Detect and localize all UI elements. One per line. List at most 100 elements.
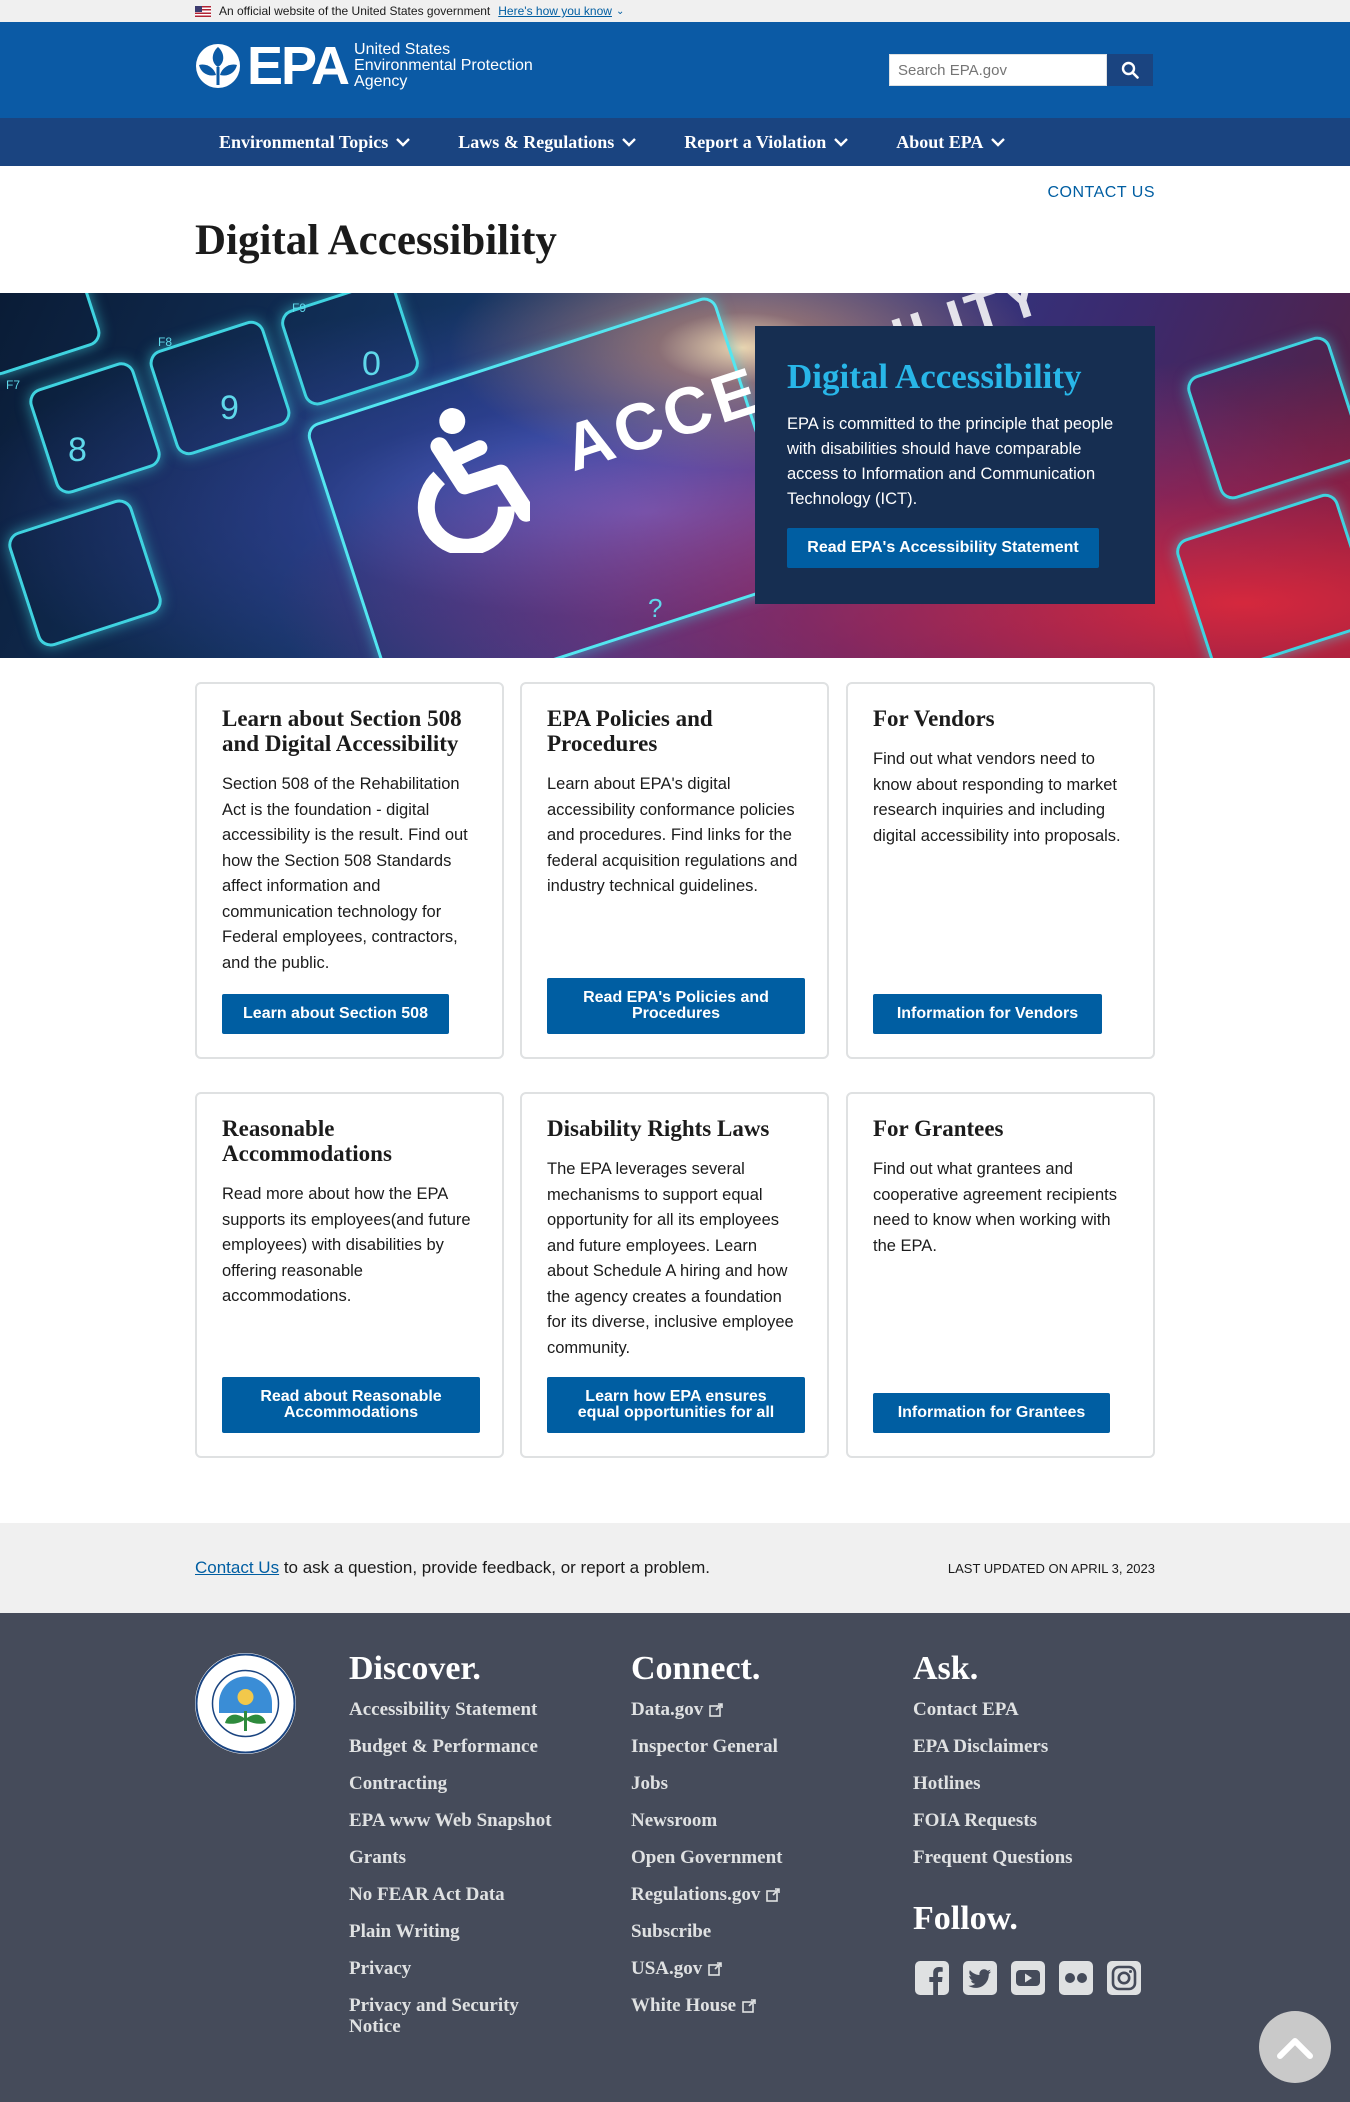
card-title: Learn about Section 508 and Digital Acce…	[222, 706, 462, 756]
footer-link[interactable]: Contact EPA	[913, 1699, 1073, 1720]
wheelchair-accessibility-icon	[417, 408, 530, 553]
footer-link[interactable]: FOIA Requests	[913, 1810, 1073, 1831]
hero-key-label: 9	[220, 389, 239, 427]
contact-message: Contact Us to ask a question, provide fe…	[195, 1558, 710, 1578]
information-for-vendors-button[interactable]: Information for Vendors	[873, 994, 1102, 1034]
chevron-down-icon	[991, 137, 1006, 147]
footer-link[interactable]: Newsroom	[631, 1810, 782, 1831]
nav-label: About EPA	[896, 131, 984, 152]
chevron-up-icon	[1277, 2038, 1313, 2059]
chevron-down-icon: ⌄	[615, 5, 625, 17]
hero-keycap	[25, 358, 165, 498]
footer-link[interactable]: Accessibility Statement	[349, 1699, 552, 1720]
footer-link[interactable]: Jobs	[631, 1773, 782, 1794]
us-flag-icon	[195, 5, 211, 17]
nav-item-about-epa[interactable]: About EPA	[872, 118, 1029, 166]
card-vendors: For Vendors Find out what vendors need t…	[846, 682, 1155, 1059]
external-link-icon	[709, 1702, 724, 1717]
facebook-icon[interactable]	[913, 1959, 951, 1997]
hero-keycap	[4, 495, 166, 651]
external-link-icon	[742, 1998, 756, 2013]
footer-link[interactable]: Inspector General	[631, 1736, 782, 1757]
equal-opportunities-button[interactable]: Learn how EPA ensures equal opportunitie…	[547, 1377, 805, 1433]
nav-item-environmental-topics[interactable]: Environmental Topics	[195, 118, 434, 166]
footer-link[interactable]: Privacy and Security Notice	[349, 1995, 549, 2037]
hero-card-body: EPA is committed to the principle that p…	[787, 415, 1114, 508]
hero-key-label: ?	[648, 593, 663, 623]
footer-link[interactable]: Contracting	[349, 1773, 552, 1794]
footer-link[interactable]: EPA Disclaimers	[913, 1736, 1073, 1757]
flickr-icon[interactable]	[1057, 1959, 1095, 1997]
nav-item-laws-regulations[interactable]: Laws & Regulations	[434, 118, 660, 166]
contact-us-link[interactable]: CONTACT US	[1000, 184, 1155, 202]
hero-card-title: Digital Accessibility	[787, 357, 1082, 396]
footer-connect: Connect. Data.gov Inspector General Jobs…	[631, 1649, 782, 2032]
hero-keycap	[1172, 490, 1350, 658]
card-body: Find out what grantees and cooperative a…	[873, 1160, 1117, 1255]
footer-link-item[interactable]: White House	[631, 1995, 782, 2016]
footer-link[interactable]: Privacy	[349, 1958, 552, 1979]
footer-ask: Ask. Contact EPA EPA Disclaimers Hotline…	[913, 1649, 1073, 1884]
search-input[interactable]	[889, 54, 1107, 86]
footer-link-item[interactable]: USA.gov	[631, 1958, 782, 1979]
card-reasonable-accommodations: Reasonable Accommodations Read more abou…	[195, 1092, 504, 1458]
hero-card: Digital Accessibility EPA is committed t…	[755, 326, 1155, 604]
footer-link[interactable]: Frequent Questions	[913, 1847, 1073, 1868]
footer-follow-title: Follow.	[913, 1900, 1018, 1937]
hero-key-label: F7	[6, 378, 21, 392]
footer-link[interactable]: Hotlines	[913, 1773, 1073, 1794]
twitter-icon[interactable]	[961, 1959, 999, 1997]
nav-item-report-violation[interactable]: Report a Violation	[660, 118, 872, 166]
footer-link[interactable]: Grants	[349, 1847, 552, 1868]
search-form	[889, 54, 1153, 86]
footer-discover: Discover. Accessibility Statement Budget…	[349, 1649, 552, 2053]
epa-logo[interactable]: EPA United States Environmental Protecti…	[195, 39, 533, 93]
chevron-down-icon	[834, 137, 849, 147]
page-contact-bar: Contact Us to ask a question, provide fe…	[0, 1523, 1350, 1613]
footer-link-item[interactable]: Data.gov	[631, 1699, 782, 1720]
gov-banner-text: An official website of the United States…	[219, 4, 491, 18]
footer-link[interactable]: Budget & Performance	[349, 1736, 552, 1757]
card-section-508: Learn about Section 508 and Digital Acce…	[195, 682, 504, 1059]
read-reasonable-accommodations-button[interactable]: Read about Reasonable Accommodations	[222, 1377, 480, 1433]
social-links	[913, 1959, 1153, 1997]
information-for-grantees-button[interactable]: Information for Grantees	[873, 1393, 1110, 1433]
footer-link[interactable]: No FEAR Act Data	[349, 1884, 552, 1905]
nav-label: Laws & Regulations	[458, 131, 615, 152]
card-body: Read more about how the EPA supports its…	[222, 1185, 471, 1305]
footer-link: Regulations.gov	[631, 1884, 761, 1905]
learn-section-508-button[interactable]: Learn about Section 508	[222, 994, 449, 1034]
hero-keycap	[1183, 333, 1350, 503]
footer-link[interactable]: Open Government	[631, 1847, 782, 1868]
contact-us-footer-link[interactable]: Contact Us	[195, 1558, 279, 1577]
contact-message-text: to ask a question, provide feedback, or …	[279, 1558, 711, 1577]
footer-link: USA.gov	[631, 1958, 703, 1979]
chevron-down-icon	[622, 137, 637, 147]
footer-link[interactable]: Plain Writing	[349, 1921, 552, 1942]
card-title: Reasonable Accommodations	[222, 1116, 392, 1166]
accessibility-statement-button[interactable]: Read EPA's Accessibility Statement	[787, 528, 1099, 568]
hero-banner: F7 F8 F9 9 8 0 ? ACCES ILITY Digital Acc…	[0, 293, 1350, 658]
card-policies-procedures: EPA Policies and Procedures Learn about …	[520, 682, 829, 1059]
footer-link: White House	[631, 1995, 737, 2016]
footer-link: Data.gov	[631, 1699, 704, 1720]
youtube-icon[interactable]	[1009, 1959, 1047, 1997]
footer-link[interactable]: EPA www Web Snapshot	[349, 1810, 552, 1831]
footer-link-item[interactable]: Regulations.gov	[631, 1884, 782, 1905]
card-title: EPA Policies and Procedures	[547, 706, 713, 756]
read-policies-button[interactable]: Read EPA's Policies and Procedures	[547, 978, 805, 1034]
instagram-icon[interactable]	[1105, 1959, 1143, 1997]
last-updated: LAST UPDATED ON APRIL 3, 2023	[947, 1561, 1155, 1576]
page-title: Digital Accessibility	[195, 217, 557, 264]
external-link-icon	[708, 1961, 723, 1976]
footer-link[interactable]: Subscribe	[631, 1921, 782, 1942]
card-disability-rights-laws: Disability Rights Laws The EPA leverages…	[520, 1092, 829, 1458]
back-to-top-button[interactable]	[1259, 2011, 1331, 2083]
heres-how-you-know-link[interactable]: Here's how you know	[498, 4, 612, 18]
agency-name-line1: United States	[354, 41, 451, 58]
nav-label: Environmental Topics	[219, 131, 389, 152]
footer-connect-title: Connect.	[631, 1650, 761, 1687]
card-title: For Grantees	[873, 1116, 1004, 1141]
hero-key-label: F9	[292, 301, 307, 315]
search-button[interactable]	[1107, 54, 1153, 86]
